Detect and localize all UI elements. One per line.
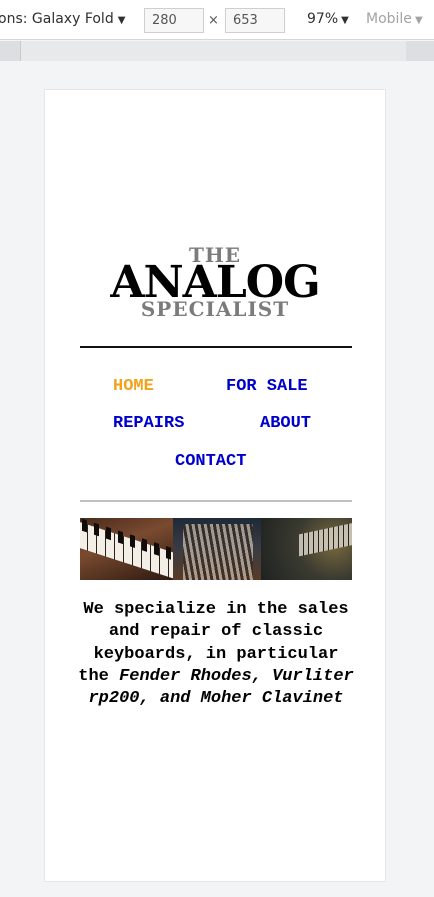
zoom-value: 97% — [307, 11, 339, 27]
nav-repairs-link[interactable]: REPAIRS — [113, 414, 184, 433]
piano-keys-shape — [299, 521, 352, 557]
piano-blurred-photo — [261, 518, 352, 580]
nav-about-link[interactable]: ABOUT — [260, 414, 311, 433]
nav-contact-link[interactable]: CONTACT — [175, 452, 246, 471]
ruler-segment — [0, 41, 20, 61]
piano-strings-shape — [183, 524, 253, 580]
device-viewport: THE ANALOG SPECIALIST HOME FOR SALE REPA… — [44, 89, 386, 882]
logo-specialist: SPECIALIST — [140, 297, 290, 321]
device-selector[interactable]: ons: Galaxy Fold ▼ — [0, 11, 125, 27]
ruler-segment — [406, 41, 434, 61]
devtools-device-toolbar: ons: Galaxy Fold▼ × 97%▼ Mobile▼ — [0, 0, 434, 40]
nav-home-link[interactable]: HOME — [113, 377, 154, 396]
device-selector-label: ons: Galaxy Fold — [0, 11, 114, 27]
chevron-down-icon: ▼ — [117, 15, 126, 26]
chevron-down-icon: ▼ — [414, 15, 423, 26]
media-query-ruler[interactable] — [0, 41, 434, 61]
header-divider — [80, 346, 352, 348]
nav-divider — [80, 500, 352, 502]
viewport-height-input[interactable] — [225, 8, 285, 33]
intro-text-instruments: Fender Rhodes, Vurliter rp200, and Moher… — [88, 666, 354, 709]
device-mode-value: Mobile — [366, 11, 412, 27]
device-mode-selector[interactable]: Mobile ▼ — [366, 11, 423, 27]
hero-keyboard-image — [80, 518, 352, 580]
dimension-separator: × — [208, 13, 219, 28]
viewport-width-input[interactable] — [144, 8, 204, 33]
intro-text: We specialize in the sales and repair of… — [75, 599, 357, 710]
zoom-selector[interactable]: 97% ▼ — [307, 11, 349, 27]
chevron-down-icon: ▼ — [341, 15, 349, 26]
nav-for-sale-link[interactable]: FOR SALE — [226, 377, 308, 396]
piano-keys-photo — [80, 518, 173, 580]
ruler-divider — [20, 41, 21, 61]
piano-interior-photo — [173, 518, 261, 580]
